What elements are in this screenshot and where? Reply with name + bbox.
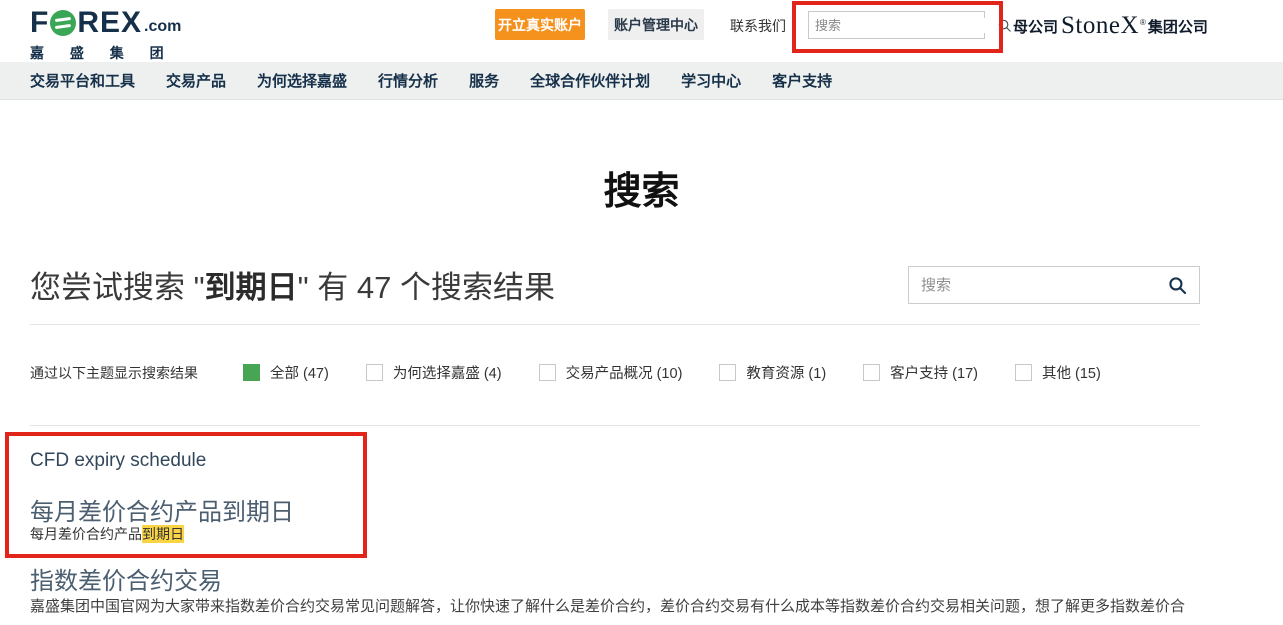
result-snippet: 每月差价合约产品到期日 bbox=[30, 524, 184, 544]
header: F REX .com 嘉 盛 集 团 开立真实账户 账户管理中心 联系我们 母公… bbox=[0, 0, 1283, 62]
parent-company-suffix: 集团公司 bbox=[1148, 16, 1208, 37]
filter-option-all[interactable]: 全部 (47) bbox=[243, 362, 329, 383]
logo-o-icon bbox=[50, 10, 76, 36]
filter-option-education[interactable]: 教育资源 (1) bbox=[719, 362, 826, 383]
result-snippet: 嘉盛集团中国官网为大家带来指数差价合约交易常见问题解答，让你快速了解什么是差价合… bbox=[30, 592, 1195, 625]
logo-text-com: .com bbox=[144, 18, 181, 36]
forex-logo[interactable]: F REX .com 嘉 盛 集 团 bbox=[30, 6, 181, 63]
nav-item-services[interactable]: 服务 bbox=[469, 70, 499, 91]
search-query-text: 到期日 bbox=[205, 270, 298, 305]
header-search-input[interactable] bbox=[809, 18, 997, 33]
results-heading-suffix: " 有 47 个搜索结果 bbox=[298, 270, 555, 305]
nav-item-market-analysis[interactable]: 行情分析 bbox=[378, 70, 438, 91]
header-search-box bbox=[808, 11, 985, 39]
page-title: 搜索 bbox=[0, 160, 1283, 215]
main-nav: 交易平台和工具 交易产品 为何选择嘉盛 行情分析 服务 全球合作伙伴计划 学习中… bbox=[0, 62, 1283, 100]
search-icon[interactable] bbox=[1168, 276, 1187, 295]
nav-item-why-forex[interactable]: 为何选择嘉盛 bbox=[257, 70, 347, 91]
checkbox-icon[interactable] bbox=[1015, 364, 1032, 381]
checkbox-icon[interactable] bbox=[863, 364, 880, 381]
result-eyebrow-link[interactable]: CFD expiry schedule bbox=[30, 450, 206, 472]
filter-bar-label: 通过以下主题显示搜索结果 bbox=[30, 363, 198, 383]
checkbox-icon[interactable] bbox=[539, 364, 556, 381]
divider bbox=[30, 324, 1200, 325]
checkbox-icon[interactable] bbox=[366, 364, 383, 381]
forex-logo-wordmark: F REX .com bbox=[30, 6, 181, 40]
filter-option-support[interactable]: 客户支持 (17) bbox=[863, 362, 978, 383]
registered-mark: ® bbox=[1140, 18, 1146, 27]
checkbox-checked-icon[interactable] bbox=[243, 364, 260, 381]
logo-subtitle: 嘉 盛 集 团 bbox=[30, 43, 181, 63]
account-center-button[interactable]: 账户管理中心 bbox=[608, 9, 704, 40]
stonex-wordmark: StoneX bbox=[1061, 12, 1139, 40]
nav-item-trading-products[interactable]: 交易产品 bbox=[166, 70, 226, 91]
results-search-box bbox=[908, 266, 1200, 304]
logo-text-f: F bbox=[30, 6, 49, 40]
page: F REX .com 嘉 盛 集 团 开立真实账户 账户管理中心 联系我们 母公… bbox=[0, 0, 1283, 625]
nav-item-partners[interactable]: 全球合作伙伴计划 bbox=[530, 70, 650, 91]
results-search-input[interactable] bbox=[909, 277, 1168, 294]
filter-bar: 通过以下主题显示搜索结果 全部 (47) 为何选择嘉盛 (4) 交易产品概况 (… bbox=[30, 362, 1101, 383]
contact-us-link[interactable]: 联系我们 bbox=[730, 16, 786, 36]
results-heading-prefix: 您尝试搜索 " bbox=[30, 270, 205, 305]
filter-option-products[interactable]: 交易产品概况 (10) bbox=[539, 362, 683, 383]
nav-item-trading-platforms[interactable]: 交易平台和工具 bbox=[30, 70, 135, 91]
nav-item-customer-support[interactable]: 客户支持 bbox=[772, 70, 832, 91]
results-heading: 您尝试搜索 "到期日" 有 47 个搜索结果 bbox=[30, 262, 555, 307]
search-icon[interactable] bbox=[997, 18, 1012, 33]
parent-company-logo: 母公司 StoneX ® 集团公司 bbox=[1013, 12, 1208, 40]
divider bbox=[30, 425, 1200, 426]
result-title-link[interactable]: 指数差价合约交易 bbox=[30, 561, 222, 596]
filter-option-other[interactable]: 其他 (15) bbox=[1015, 362, 1101, 383]
open-account-button[interactable]: 开立真实账户 bbox=[495, 9, 585, 40]
result-title-link[interactable]: 每月差价合约产品到期日 bbox=[30, 492, 294, 527]
highlighted-query: 到期日 bbox=[142, 525, 184, 543]
nav-item-learning-center[interactable]: 学习中心 bbox=[681, 70, 741, 91]
logo-text-rex: REX bbox=[77, 6, 142, 40]
filter-option-why-forex[interactable]: 为何选择嘉盛 (4) bbox=[366, 362, 502, 383]
parent-company-prefix: 母公司 bbox=[1013, 16, 1058, 37]
checkbox-icon[interactable] bbox=[719, 364, 736, 381]
